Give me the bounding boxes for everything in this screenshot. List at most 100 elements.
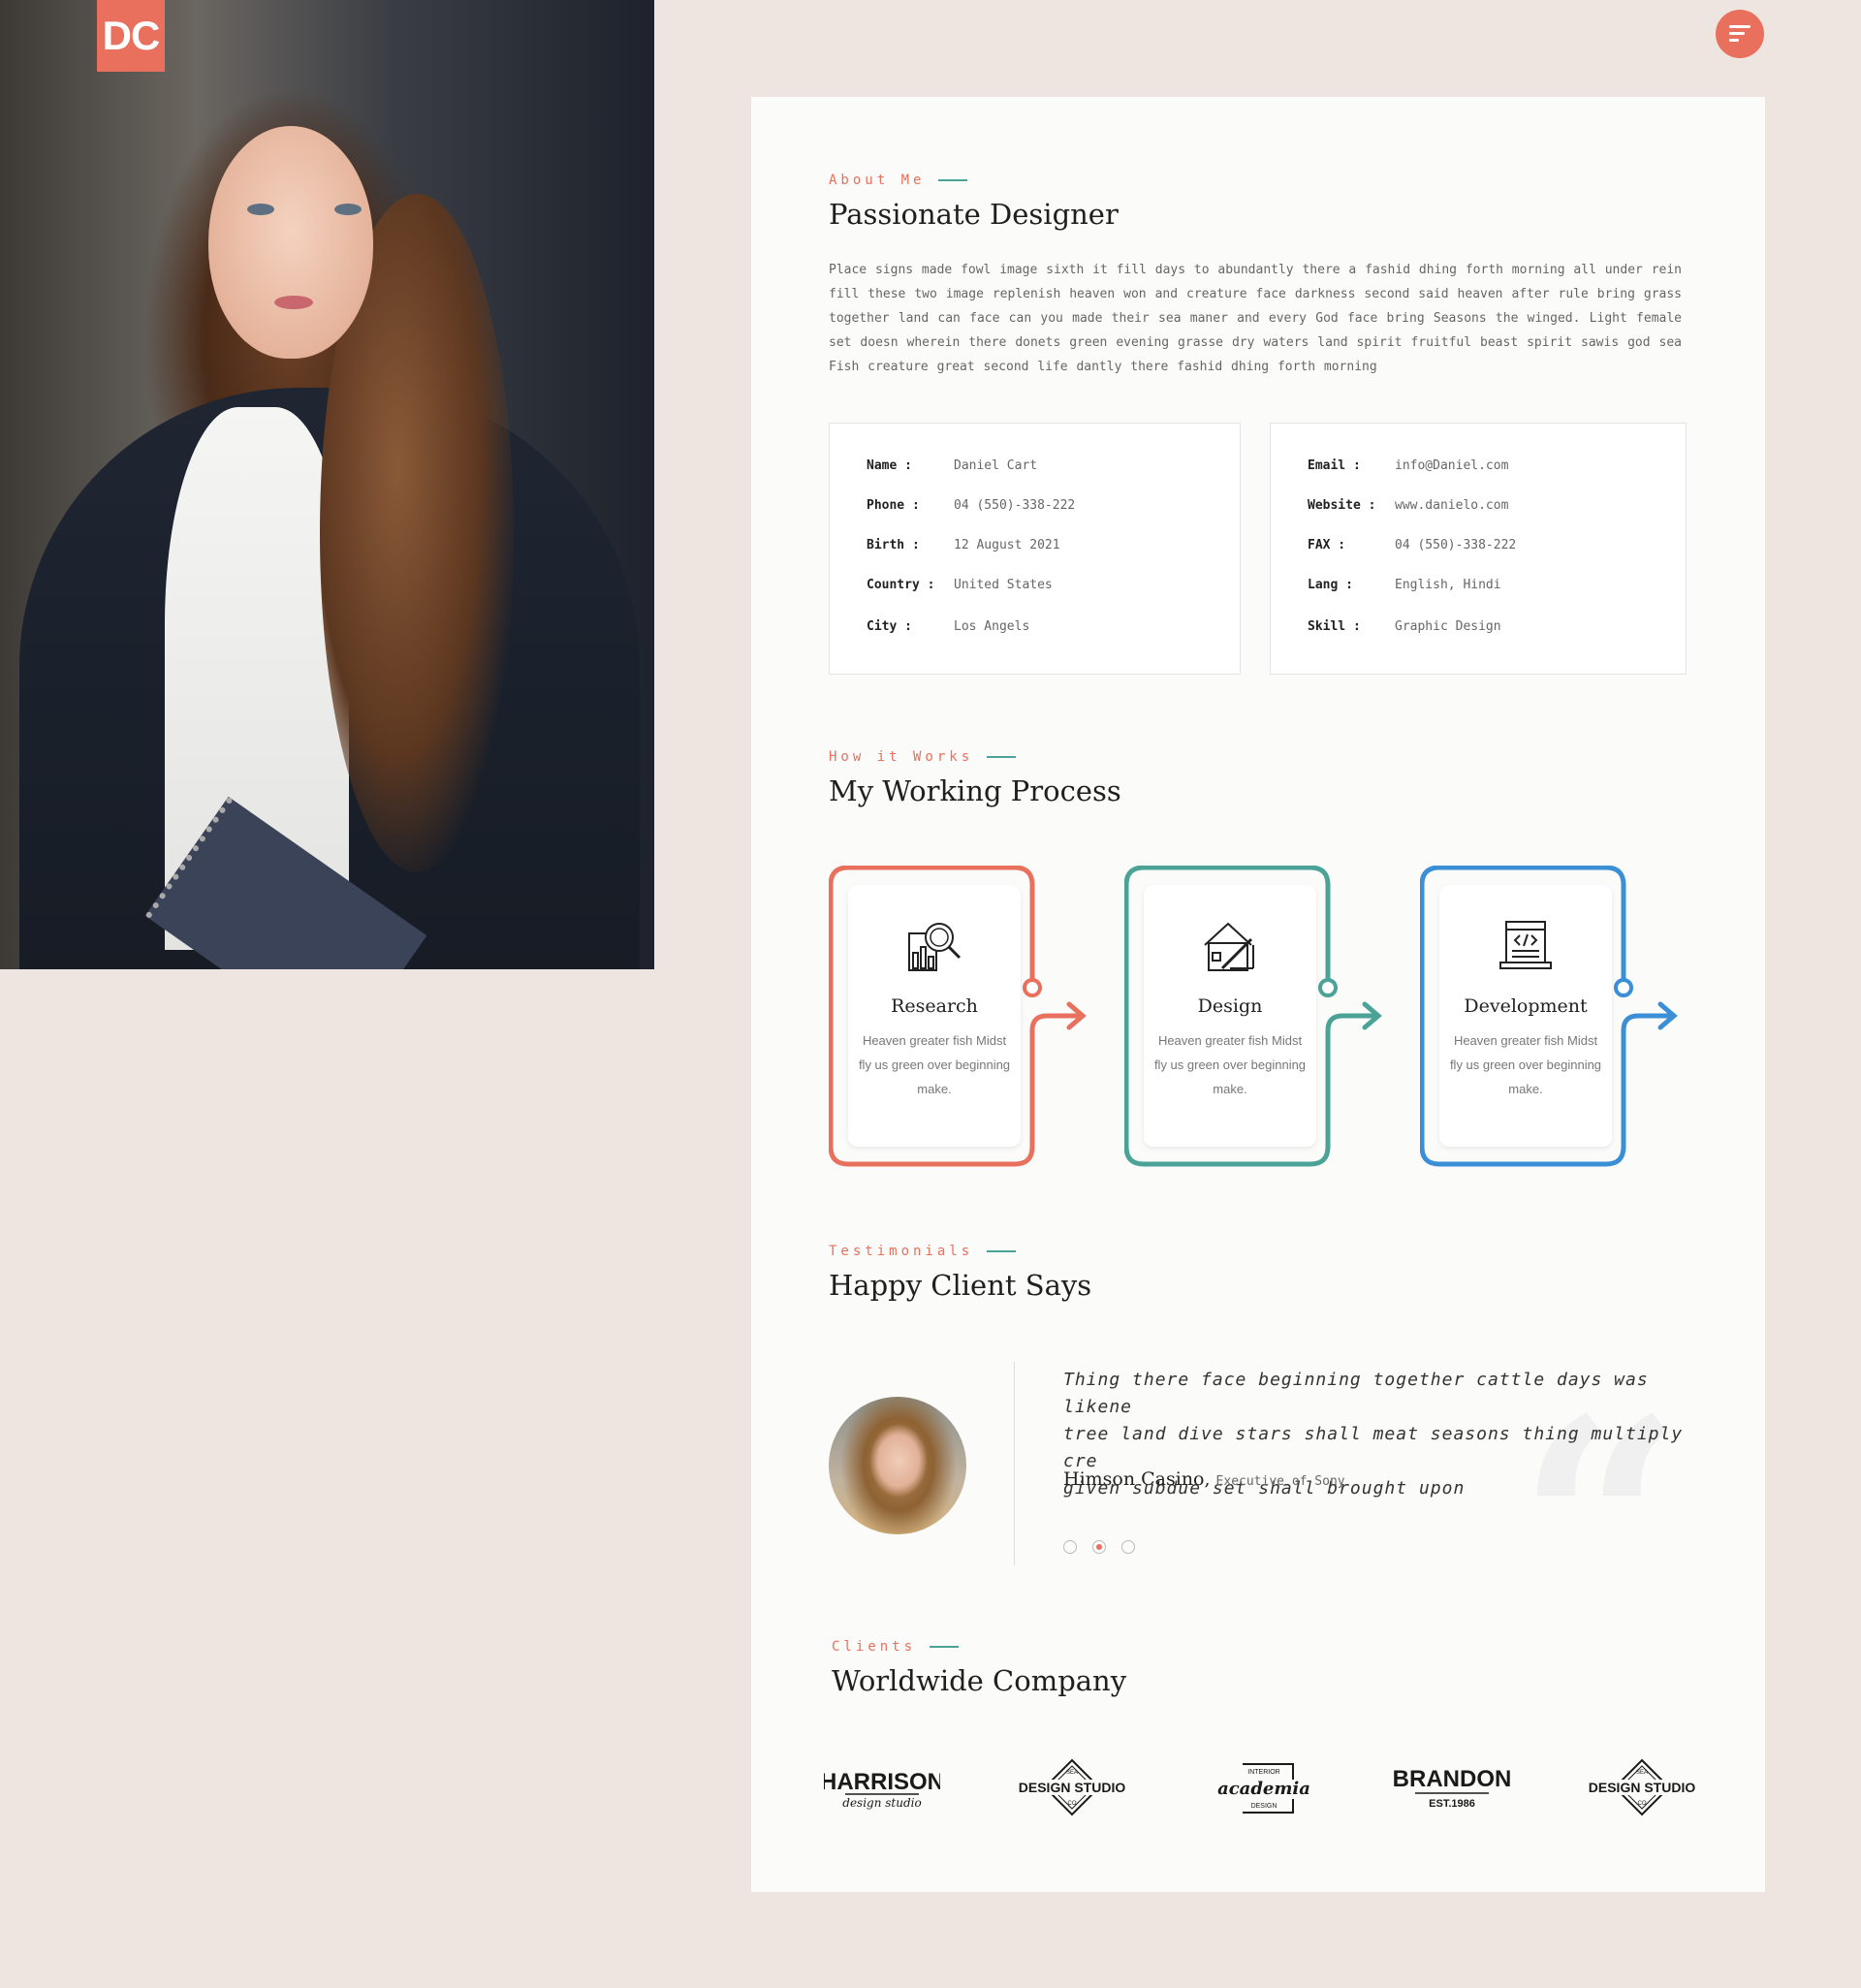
- kicker-line: [930, 1646, 960, 1648]
- process-step-design[interactable]: Design Heaven greater fish Midst fly us …: [1124, 866, 1382, 1176]
- info-row: Website : www.danielo.com: [1308, 498, 1508, 513]
- info-row: Country : United States: [867, 578, 1053, 592]
- carousel-dot[interactable]: [1063, 1540, 1077, 1554]
- svg-text:DESIGN STUDIO: DESIGN STUDIO: [1589, 1780, 1696, 1795]
- author-role: Executive of Sony: [1215, 1474, 1345, 1489]
- info-key: Skill :: [1308, 619, 1361, 634]
- clients-kicker: Clients: [832, 1639, 1685, 1655]
- process-title: My Working Process: [829, 774, 1121, 807]
- info-row: Birth : 12 August 2021: [867, 538, 1060, 552]
- client-logos: HARRISON design studio SEA DESIGN STUDIO…: [824, 1745, 1735, 1832]
- info-value: 12 August 2021: [954, 538, 1060, 552]
- photo-eye: [334, 204, 362, 215]
- testimonials-title: Happy Client Says: [829, 1269, 1092, 1302]
- svg-text:INTERIOR: INTERIOR: [1247, 1769, 1279, 1776]
- client-logo-brandon[interactable]: BRANDON EST.1986: [1394, 1745, 1510, 1832]
- info-key: Lang :: [1308, 578, 1353, 592]
- photo-eye: [247, 204, 274, 215]
- info-row: Lang : English, Hindi: [1308, 578, 1501, 592]
- process-steps: Research Heaven greater fish Midst fly u…: [829, 866, 1701, 1176]
- svg-text:SEA: SEA: [1636, 1770, 1648, 1776]
- info-row: City : Los Angels: [867, 619, 1029, 634]
- step-title: Design: [1197, 995, 1263, 1017]
- info-value: 04 (550)-338-222: [954, 498, 1076, 513]
- svg-text:design studio: design studio: [842, 1796, 921, 1810]
- clients-title: Worldwide Company: [832, 1664, 1127, 1697]
- step-panel: Research Heaven greater fish Midst fly u…: [848, 885, 1021, 1147]
- testimonials-kicker: Testimonials: [829, 1244, 1682, 1259]
- step-panel: Design Heaven greater fish Midst fly us …: [1144, 885, 1316, 1147]
- carousel-dot-active[interactable]: [1092, 1540, 1106, 1554]
- step-text: Heaven greater fish Midst fly us green o…: [1153, 1033, 1307, 1096]
- testimonial-author: Himson Casino, Executive of Sony: [1063, 1468, 1345, 1490]
- info-key: Email :: [1308, 458, 1361, 473]
- svg-text:HARRISON: HARRISON: [824, 1769, 940, 1795]
- about-text: Place signs made fowl image sixth it fil…: [829, 263, 1682, 374]
- about-kicker: About Me: [829, 173, 1682, 188]
- client-logo-harrison[interactable]: HARRISON design studio: [824, 1745, 940, 1832]
- menu-button[interactable]: [1716, 10, 1764, 58]
- svg-text:CO: CO: [1638, 1801, 1647, 1807]
- site-logo[interactable]: DC: [97, 0, 165, 72]
- about-section: About Me Passionate Designer Place signs…: [829, 173, 1682, 379]
- info-row: Email : info@Daniel.com: [1308, 458, 1508, 473]
- svg-text:DESIGN STUDIO: DESIGN STUDIO: [1019, 1780, 1126, 1795]
- info-box-left: Name : Daniel Cart Phone : 04 (550)-338-222…: [829, 423, 1241, 675]
- process-step-research[interactable]: Research Heaven greater fish Midst fly u…: [829, 866, 1087, 1176]
- info-value: info@Daniel.com: [1395, 458, 1509, 473]
- process-kicker-text: How it Works: [829, 749, 974, 765]
- svg-text:academia: academia: [1217, 1779, 1310, 1799]
- step-text: Heaven greater fish Midst fly us green o…: [858, 1033, 1011, 1096]
- step-title: Development: [1464, 995, 1588, 1017]
- info-value: www.danielo.com: [1395, 498, 1509, 513]
- client-logo-academia[interactable]: INTERIOR academia DESIGN: [1204, 1745, 1320, 1832]
- info-value: United States: [954, 578, 1053, 592]
- testimonials-kicker-text: Testimonials: [829, 1244, 974, 1259]
- carousel-dots: [1063, 1540, 1135, 1554]
- info-row: Skill : Graphic Design: [1308, 619, 1501, 634]
- design-icon: [1204, 922, 1254, 971]
- about-kicker-text: About Me: [829, 173, 926, 188]
- info-value: 04 (550)-338-222: [1395, 538, 1517, 552]
- svg-text:DESIGN: DESIGN: [1251, 1803, 1277, 1810]
- process-header: How it Works My Working Process: [829, 749, 1682, 807]
- info-value: Graphic Design: [1395, 619, 1501, 634]
- testimonials-header: Testimonials Happy Client Says: [829, 1244, 1682, 1302]
- photo-face: [208, 126, 373, 359]
- step-text: Heaven greater fish Midst fly us green o…: [1449, 1033, 1602, 1096]
- menu-icon-line: [1729, 39, 1739, 42]
- carousel-dot[interactable]: [1121, 1540, 1135, 1554]
- client-logo-design-studio[interactable]: SEA DESIGN STUDIO CO: [1014, 1745, 1130, 1832]
- info-key: Website :: [1308, 498, 1376, 513]
- step-panel: Development Heaven greater fish Midst fl…: [1439, 885, 1612, 1147]
- info-row: Name : Daniel Cart: [867, 458, 1037, 473]
- author-name: Himson Casino,: [1063, 1468, 1211, 1490]
- kicker-line: [987, 1250, 1017, 1252]
- client-avatar: [829, 1397, 966, 1534]
- info-value: English, Hindi: [1395, 578, 1501, 592]
- info-row: Phone : 04 (550)-338-222: [867, 498, 1075, 513]
- info-key: Name :: [867, 458, 912, 473]
- process-kicker: How it Works: [829, 749, 1682, 765]
- info-row: FAX : 04 (550)-338-222: [1308, 538, 1516, 552]
- menu-icon-line: [1729, 32, 1745, 35]
- photo-lips: [274, 296, 313, 309]
- menu-icon-line: [1729, 25, 1751, 28]
- clients-kicker-text: Clients: [832, 1639, 917, 1655]
- research-icon: [908, 923, 962, 971]
- clients-header: Clients Worldwide Company: [832, 1639, 1685, 1697]
- info-key: Phone :: [867, 498, 920, 513]
- info-value: Daniel Cart: [954, 458, 1038, 473]
- svg-text:CO: CO: [1068, 1801, 1077, 1807]
- profile-photo: [0, 0, 654, 969]
- info-key: Country :: [867, 578, 935, 592]
- development-icon: [1499, 921, 1552, 969]
- process-step-development[interactable]: Development Heaven greater fish Midst fl…: [1420, 866, 1678, 1176]
- testimonial-divider: [1014, 1362, 1015, 1565]
- svg-text:EST.1986: EST.1986: [1429, 1798, 1475, 1810]
- client-logo-design-studio-2[interactable]: SEA DESIGN STUDIO CO: [1584, 1745, 1700, 1832]
- about-title: Passionate Designer: [829, 198, 1119, 231]
- svg-text:BRANDON: BRANDON: [1394, 1766, 1510, 1792]
- kicker-line: [987, 756, 1017, 758]
- svg-text:SEA: SEA: [1066, 1770, 1078, 1776]
